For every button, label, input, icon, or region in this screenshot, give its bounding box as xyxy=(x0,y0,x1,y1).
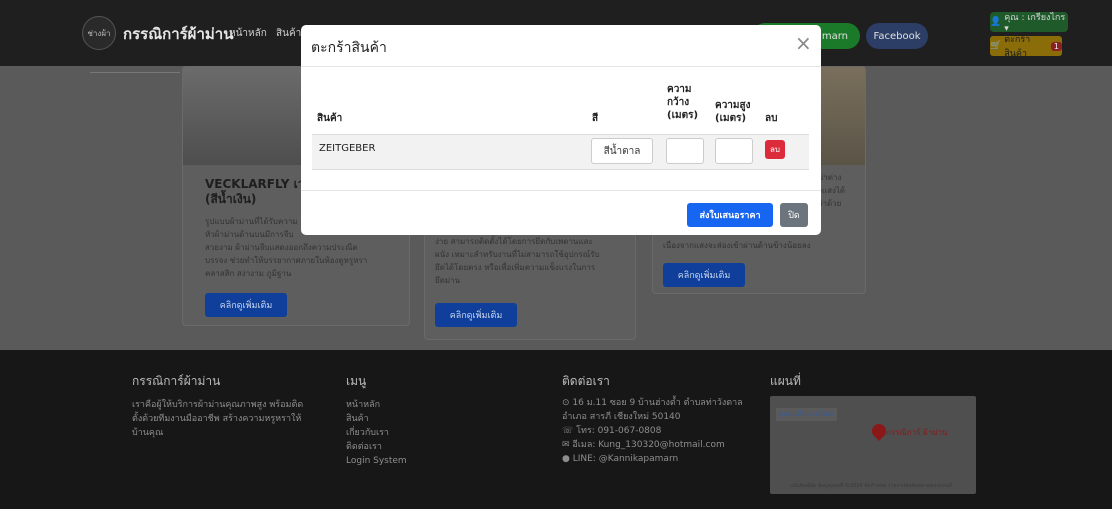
footer-contact-title: ติดต่อเรา xyxy=(562,374,610,388)
modal-title: ตะกร้าสินค้า xyxy=(311,40,387,56)
submit-quote-button[interactable]: ส่งใบเสนอราคา xyxy=(687,203,773,227)
footer-about-title: กรรณิการ์ผ้าม่าน xyxy=(132,374,221,388)
cart-count-badge: 1 xyxy=(1050,41,1062,51)
close-button[interactable]: ปิด xyxy=(780,203,808,227)
divider xyxy=(90,72,180,73)
product-description: ง่าย สามารถติดตั้งได้โดยการยึดกับเพดานแล… xyxy=(435,237,600,285)
map-attribution: แป้นพิมพ์ลัด ข้อมูลแผนที่ ©2024 ข้อกำหนด… xyxy=(790,483,952,489)
more-button[interactable]: คลิกดูเพิ่มเติม xyxy=(663,263,745,287)
map-place-label: กรรณิการ์ ผ้าม่าน xyxy=(886,428,948,437)
map-embed[interactable]: ดูแผนที่ขนาดใหญ่ กรรณิการ์ ผ้าม่าน แป้นพ… xyxy=(770,396,976,494)
footer-about-text: เราคือผู้ให้บริการผ้าม่านคุณภาพสูง พร้อม… xyxy=(132,400,304,438)
nav-link-home[interactable]: หน้าหลัก xyxy=(229,26,267,41)
cart-icon: 🛒 xyxy=(990,41,1002,51)
footer: กรรณิการ์ผ้าม่าน เราคือผู้ให้บริการผ้าม่… xyxy=(0,350,1112,509)
product-description: ม่าต่าง งแสงได้ ว่าด้วย xyxy=(818,173,846,208)
modal-footer: ส่งใบเสนอราคา ปิด xyxy=(301,190,821,235)
nav-link-products[interactable]: สินค้า xyxy=(276,26,301,41)
cart-label: ตะกร้าสินค้า xyxy=(1004,35,1031,59)
delete-button[interactable]: ลบ xyxy=(765,140,785,159)
footer-menu-title: เมนู xyxy=(346,374,367,388)
map-larger-link[interactable]: ดูแผนที่ขนาดใหญ่ xyxy=(776,408,837,421)
footer-map-title: แผนที่ xyxy=(770,374,801,388)
color-field[interactable]: สีน้ำตาล xyxy=(591,138,653,164)
user-label: คุณ : เกรียงไกร ▾ xyxy=(1004,13,1066,34)
cart-button[interactable]: 🛒 ตะกร้าสินค้า 1 xyxy=(990,35,1062,59)
cart-modal: ตะกร้าสินค้า × สินค้า สี ความ กว้าง (เมต… xyxy=(301,25,821,235)
more-button[interactable]: คลิกดูเพิ่มเติม xyxy=(435,303,517,327)
column-header-product: สินค้า xyxy=(317,113,343,124)
brand-name[interactable]: กรรณิการ์ผ้าม่าน xyxy=(123,22,233,46)
height-input[interactable] xyxy=(715,138,753,164)
width-input[interactable] xyxy=(666,138,704,164)
column-header-color: สี xyxy=(592,113,599,124)
column-header-width: ความ กว้าง (เมตร) xyxy=(667,84,699,121)
footer-menu-list[interactable]: หน้าหลัก สินค้า เกี่ยวกับเรา ติดต่อเรา L… xyxy=(346,398,407,468)
more-button[interactable]: คลิกดูเพิ่มเติม xyxy=(205,293,287,317)
close-icon[interactable]: × xyxy=(795,33,812,53)
user-icon: 👤 xyxy=(990,17,1002,27)
brand-logo[interactable]: ช่างผ้า xyxy=(82,16,116,50)
facebook-button[interactable]: Facebook xyxy=(866,23,928,49)
footer-contact-text: ⊙ 16 ม.11 ซอย 9 บ้านฮ่างต้ำ ตำบลท่าวังตา… xyxy=(562,398,743,464)
user-menu-button[interactable]: 👤 คุณ : เกรียงไกร ▾ xyxy=(990,12,1068,34)
column-header-height: ความสูง (เมตร) xyxy=(715,100,751,124)
cart-item-name: ZEITGEBER xyxy=(319,143,376,154)
column-header-delete: ลบ xyxy=(765,113,778,124)
product-description: เนื่องจากแสงจะส่องเข้าผ่านด้านข้างน้อยลง xyxy=(663,241,811,250)
modal-header: ตะกร้าสินค้า × xyxy=(301,25,821,67)
